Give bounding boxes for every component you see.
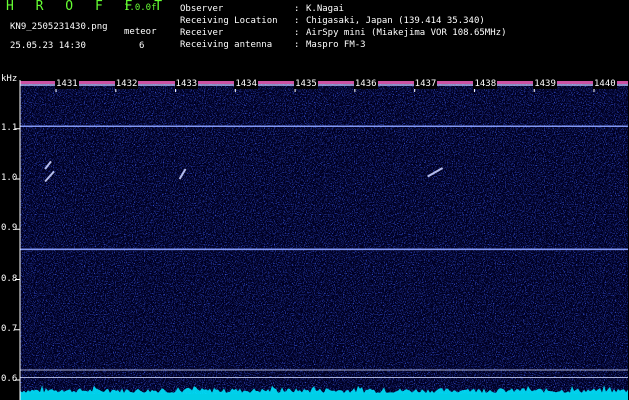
x-tick-label: 1432 <box>114 79 139 89</box>
spectrogram <box>15 80 628 400</box>
x-tick-label: 1436 <box>353 79 378 89</box>
x-tick-label: 1440 <box>593 79 617 89</box>
y-tick-label: 0.8 <box>1 273 18 284</box>
x-tick-label: 1433 <box>174 79 199 89</box>
x-tick-label: 1434 <box>234 79 259 89</box>
x-tick-label: 1439 <box>533 79 557 89</box>
y-tick-label: 1.1 <box>1 122 18 133</box>
y-tick-label: 0.7 <box>1 323 18 334</box>
y-tick-label: 1.0 <box>1 173 18 183</box>
y-tick-label: 0.6 <box>1 374 18 384</box>
plot-noise <box>20 84 628 394</box>
y-axis-unit: kHz <box>1 74 18 84</box>
x-tick-label: 1431 <box>55 79 79 89</box>
x-tick-label: 1435 <box>294 79 318 89</box>
x-tick-label: 1437 <box>413 79 438 89</box>
y-tick-label: 0.9 <box>1 223 18 234</box>
x-tick-label: 1438 <box>473 79 498 89</box>
